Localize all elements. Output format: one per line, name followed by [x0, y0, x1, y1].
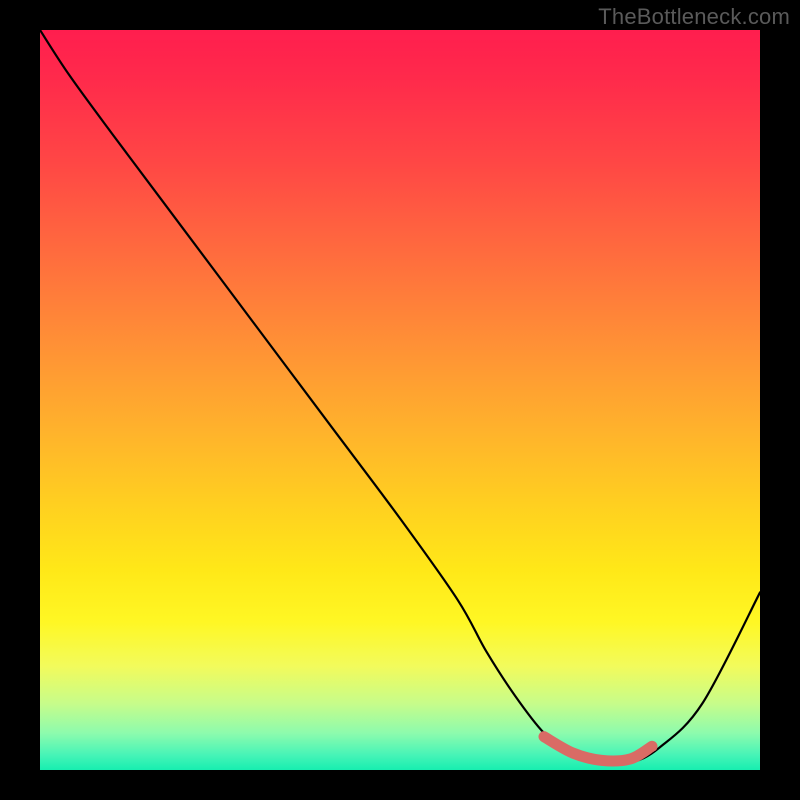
watermark-text: TheBottleneck.com	[598, 4, 790, 30]
plot-area	[40, 30, 760, 770]
chart-frame: TheBottleneck.com	[0, 0, 800, 800]
optimal-band	[544, 737, 652, 761]
bottleneck-curve	[40, 30, 760, 764]
chart-svg	[40, 30, 760, 770]
